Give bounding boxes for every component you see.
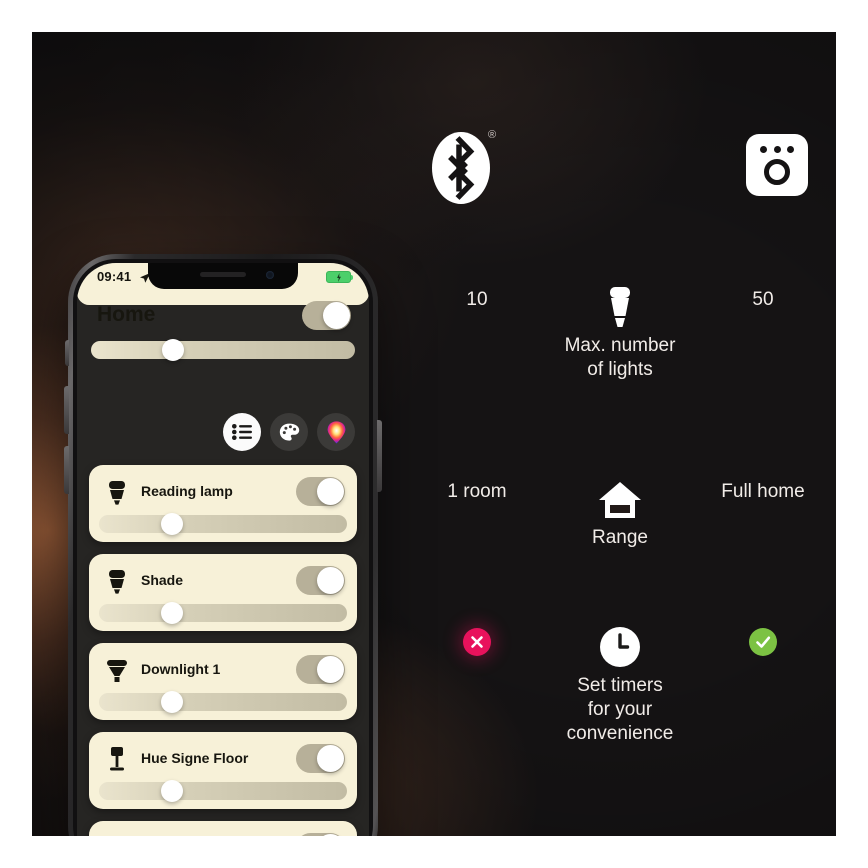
light-name: Downlight 1 [141,661,221,677]
earpiece-speaker [200,272,246,277]
feature-caption-line1: Set timers [577,675,663,696]
feature-caption-line3: convenience [566,723,674,744]
list-item[interactable]: Hue Signe Floor [89,732,357,809]
light-toggle[interactable] [296,566,345,595]
feature-right-value: Full home [721,481,805,502]
list-item[interactable]: Reading lamp [89,465,357,542]
light-toggle[interactable] [296,655,345,684]
light-name: Hue Signe Floor [141,750,249,766]
feature-caption-line1: Max. number [564,335,676,356]
registered-mark-icon: ® [488,129,497,141]
promo-canvas: ® 10 Max. number of lights 50 1 room Ran… [32,32,836,836]
light-toggle[interactable] [296,833,345,836]
toggle-knob [317,478,344,505]
tab-color[interactable] [317,413,355,451]
phone-notch [148,263,298,289]
bridge-led-1 [760,146,767,153]
list-item[interactable]: Hue Flourish [89,821,357,836]
battery-charging-icon [326,271,353,283]
light-brightness-slider[interactable] [99,513,347,535]
slider-knob[interactable] [162,339,185,361]
pendant-lamp-icon [103,834,131,836]
front-camera [266,271,274,279]
color-picker-icon [327,420,345,443]
bridge-led-3 [787,146,794,153]
phone-volume-down-button[interactable] [64,446,69,494]
feature-right-value: 50 [752,289,774,310]
all-lights-brightness-slider[interactable] [91,339,355,361]
check-badge [749,628,777,656]
list-item[interactable]: Downlight 1 [89,643,357,720]
palette-icon [279,423,299,441]
bulb-downlight-icon [103,656,131,684]
logo-row: ® [404,128,836,208]
bulb-spot-icon [103,567,131,595]
toggle-knob [317,834,344,836]
phone-volume-up-button[interactable] [64,386,69,434]
toggle-knob [317,656,344,683]
slider-knob[interactable] [161,513,183,535]
toggle-knob [317,745,344,772]
light-toggle[interactable] [296,477,345,506]
phone-power-button[interactable] [377,420,382,492]
light-brightness-slider[interactable] [99,602,347,624]
phone-mockup: 09:41 Home Reading lamp Shade Downlight … [64,254,382,836]
hue-bridge-icon [746,134,808,196]
feature-caption-line2: of lights [587,359,653,380]
slider-knob[interactable] [161,602,183,624]
bluetooth-logo-group: ® [432,128,496,208]
light-toggle[interactable] [296,744,345,773]
view-mode-tabs [223,413,355,451]
feature-caption-line2: for your [587,699,653,720]
phone-mute-switch[interactable] [65,340,69,366]
feature-caption-line1: Range [592,527,648,548]
slider-knob[interactable] [161,780,183,802]
feature-comparison-column: ® 10 Max. number of lights 50 1 room Ran… [404,32,836,836]
bulb-spot-icon [103,478,131,506]
cross-badge [463,628,491,656]
light-list: Reading lamp Shade Downlight 1 Hue Signe… [89,465,357,836]
all-lights-toggle[interactable] [302,301,351,330]
toggle-knob [323,302,350,329]
feature-right-badge [688,628,836,656]
tab-scenes[interactable] [270,413,308,451]
bridge-led-2 [773,146,781,153]
page-title: Home [97,303,156,326]
toggle-knob [317,567,344,594]
phone-screen: 09:41 Home Reading lamp Shade Downlight … [77,263,369,836]
bridge-button-ring [764,159,790,185]
status-time: 09:41 [97,269,132,284]
list-item[interactable]: Shade [89,554,357,631]
slider-knob[interactable] [161,691,183,713]
light-name: Reading lamp [141,483,233,499]
light-brightness-slider[interactable] [99,780,347,802]
list-icon [232,424,252,440]
light-name: Shade [141,572,184,588]
bluetooth-icon [448,136,475,200]
light-brightness-slider[interactable] [99,691,347,713]
floor-lamp-icon [103,745,131,773]
tab-list[interactable] [223,413,261,451]
